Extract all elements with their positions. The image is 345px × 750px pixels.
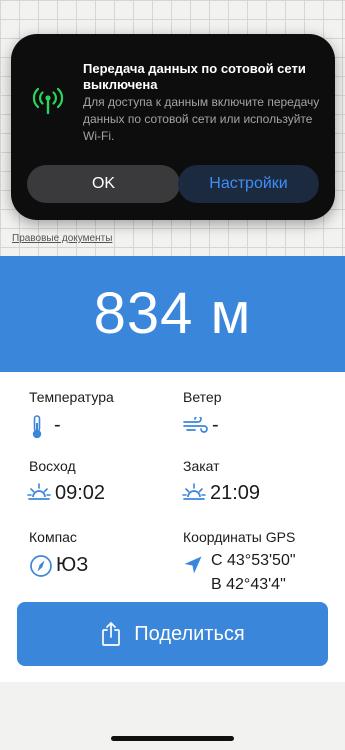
sunset-time: 21:09	[210, 482, 261, 504]
sunrise-time: 09:02	[55, 482, 106, 504]
share-icon	[100, 621, 122, 647]
wind-value: -	[212, 414, 219, 436]
altitude-panel: 834 м	[0, 256, 345, 372]
gps-longitude: В 42°43'4"	[211, 576, 286, 593]
temperature-label: Температура	[29, 389, 114, 405]
sunrise-icon	[27, 482, 51, 507]
sunset-icon	[182, 482, 206, 507]
cellular-data-alert: Передача данных по сотовой сети выключен…	[11, 34, 335, 220]
sunset-label: Закат	[183, 458, 220, 474]
share-label: Поделиться	[134, 622, 245, 645]
compass-label: Компас	[29, 529, 77, 545]
settings-button[interactable]: Настройки	[178, 165, 319, 203]
alert-title: Передача данных по сотовой сети выключен…	[83, 61, 306, 92]
alert-message: Для доступа к данным включите передачу д…	[83, 95, 320, 143]
compass-direction: ЮЗ	[56, 554, 89, 576]
share-button[interactable]: Поделиться	[17, 602, 328, 666]
thermometer-icon	[29, 414, 45, 445]
gps-latitude: С 43°53'50"	[211, 552, 296, 569]
wind-label: Ветер	[183, 389, 222, 405]
wind-icon	[183, 415, 209, 440]
home-indicator[interactable]	[111, 736, 234, 741]
altitude-value: 834 м	[93, 281, 252, 346]
gps-label: Координаты GPS	[183, 529, 296, 545]
cellular-antenna-icon	[31, 86, 65, 116]
compass-icon	[29, 554, 53, 583]
legal-documents-link[interactable]: Правовые документы	[12, 233, 112, 244]
sunrise-label: Восход	[29, 458, 76, 474]
temperature-value: -	[54, 414, 61, 436]
ok-button[interactable]: OK	[27, 165, 180, 203]
location-arrow-icon	[183, 555, 203, 580]
